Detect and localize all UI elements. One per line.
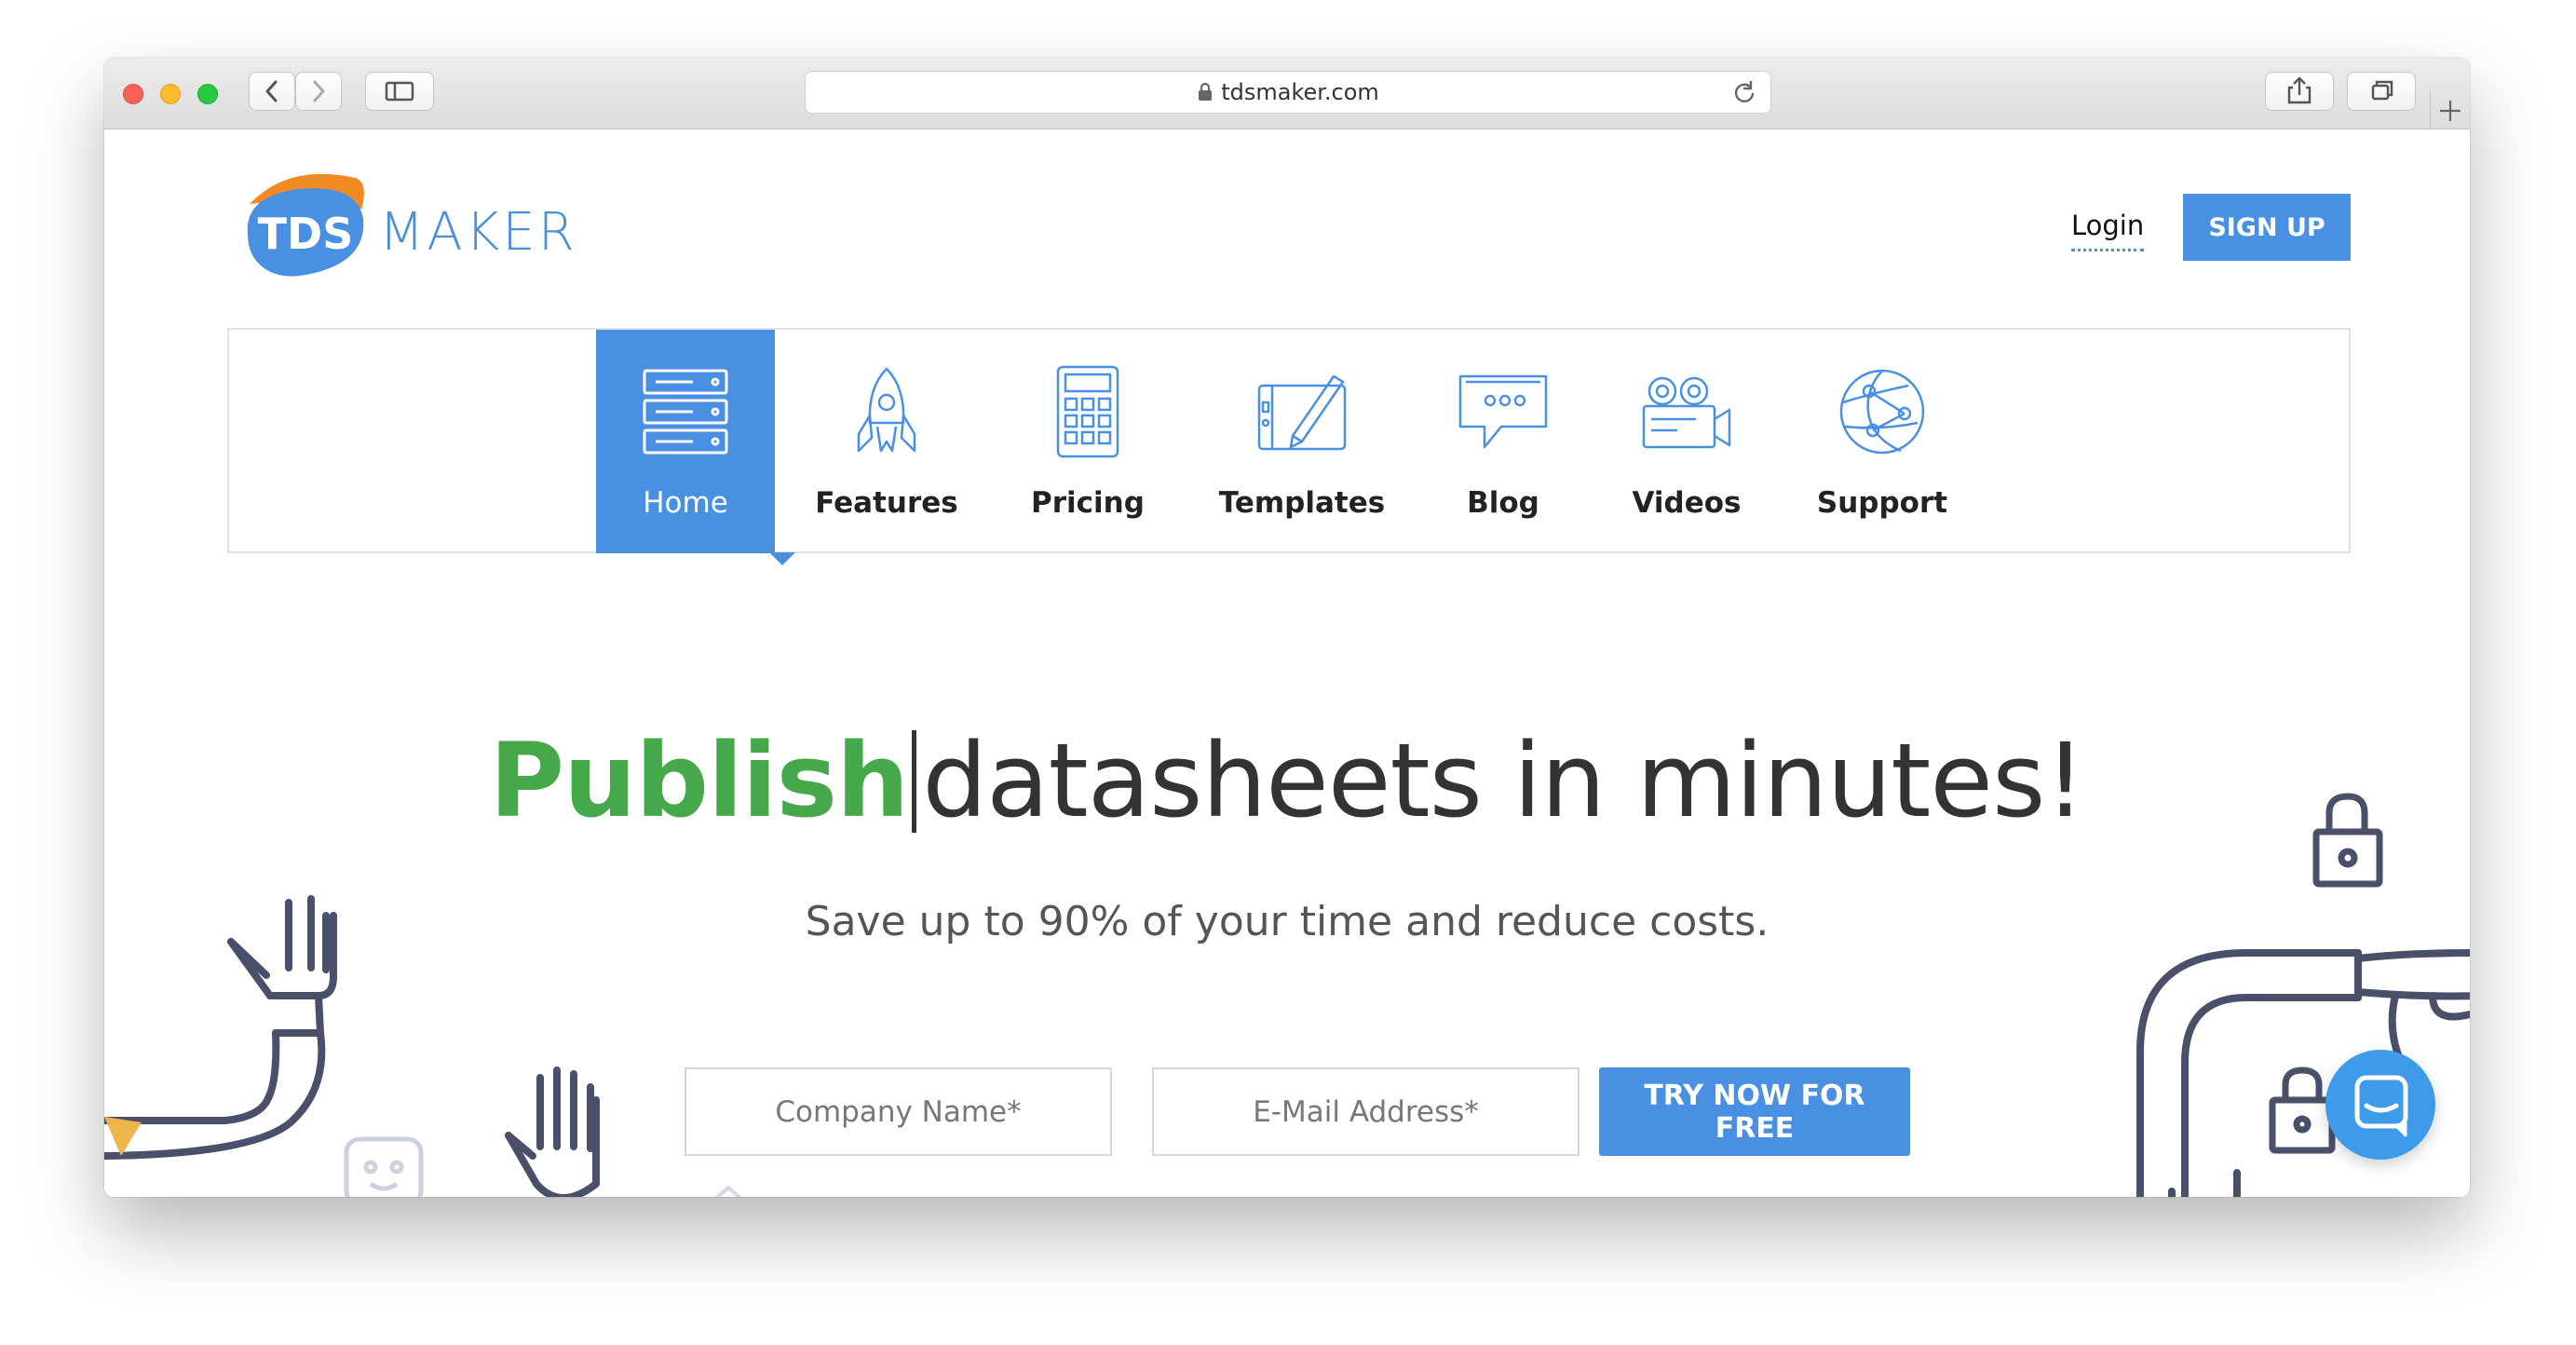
browser-window: tdsmaker.com TDS MAKER Login SIGN UP Hom… (104, 58, 2470, 1197)
nav-item-support[interactable]: Support (1794, 330, 1971, 553)
drawing-tablet-icon (1257, 374, 1347, 451)
nav-item-templates[interactable]: Templates (1200, 330, 1404, 553)
back-button[interactable] (249, 72, 295, 111)
chevron-right-icon (313, 80, 325, 102)
tds-logo-mark: TDS (247, 173, 364, 277)
forward-button[interactable] (295, 72, 342, 111)
hero-headline: Publish datasheets in minutes! (104, 721, 2470, 840)
login-link[interactable]: Login (2071, 210, 2145, 251)
lock-icon (1199, 82, 1213, 101)
web-page: TDS MAKER Login SIGN UP Home Features Pr… (104, 129, 2470, 1197)
address-bar[interactable]: tdsmaker.com (805, 71, 1771, 114)
nav-item-videos[interactable]: Videos (1598, 330, 1775, 553)
chevron-left-icon (265, 80, 278, 102)
show-tabs-button[interactable] (2347, 72, 2416, 111)
rocket-icon (857, 367, 916, 453)
nav-item-blog[interactable]: Blog (1419, 330, 1587, 553)
minimize-window-button[interactable] (160, 84, 181, 104)
video-camera-icon (1642, 376, 1731, 449)
nav-item-home[interactable]: Home (596, 330, 775, 553)
hero-subheadline: Save up to 90% of your time and reduce c… (805, 898, 1769, 945)
plus-icon (2440, 101, 2461, 121)
robot-face-sketch-illustration (344, 1136, 424, 1197)
sidebar-icon (385, 81, 414, 102)
logo-wordmark: MAKER (379, 202, 577, 263)
close-window-button[interactable] (123, 84, 143, 104)
nav-label-support: Support (1816, 486, 1948, 520)
nav-label-pricing: Pricing (1031, 486, 1145, 520)
nav-label-home: Home (643, 486, 728, 520)
chat-widget-button[interactable] (2325, 1050, 2435, 1160)
url-text: tdsmaker.com (1221, 79, 1379, 105)
nav-item-features[interactable]: Features (797, 330, 976, 553)
main-navigation: Home Features Pricing Templates Blog Vid… (227, 328, 2351, 553)
sidebar-toggle-button[interactable] (365, 72, 434, 111)
share-icon (2287, 76, 2312, 104)
reload-icon[interactable] (1731, 79, 1757, 105)
share-button[interactable] (2265, 72, 2334, 111)
padlock-illustration-top (2312, 793, 2383, 888)
active-nav-caret (769, 552, 795, 565)
try-now-button[interactable]: TRY NOW FOR FREE (1599, 1067, 1910, 1156)
chat-bubble-icon (2354, 1075, 2408, 1137)
waving-hand-illustration-left (104, 895, 337, 1160)
server-icon (643, 369, 728, 455)
svg-text:TDS: TDS (258, 209, 354, 259)
headline-rest: datasheets in minutes! (922, 721, 2085, 840)
raised-hand-illustration (505, 1066, 600, 1197)
browser-toolbar: tdsmaker.com (104, 58, 2470, 129)
nav-label-templates: Templates (1218, 486, 1386, 520)
company-name-input[interactable] (685, 1067, 1112, 1156)
nav-label-videos: Videos (1632, 486, 1742, 520)
new-tab-button[interactable] (2430, 91, 2470, 129)
zoom-window-button[interactable] (197, 84, 218, 104)
typing-cursor (912, 730, 917, 833)
speech-bubble-icon (1458, 374, 1548, 449)
calculator-icon (1056, 365, 1119, 458)
sign-up-button[interactable]: SIGN UP (2183, 194, 2351, 261)
network-globe-icon (1839, 369, 1925, 455)
nav-label-blog: Blog (1467, 486, 1539, 520)
nav-item-pricing[interactable]: Pricing (998, 330, 1177, 553)
tabs-overview-icon (2371, 80, 2393, 101)
email-address-input[interactable] (1152, 1067, 1579, 1156)
nav-label-features: Features (815, 486, 958, 520)
diamond-sketch-illustration (714, 1185, 742, 1197)
headline-accent-word: Publish (489, 721, 909, 840)
